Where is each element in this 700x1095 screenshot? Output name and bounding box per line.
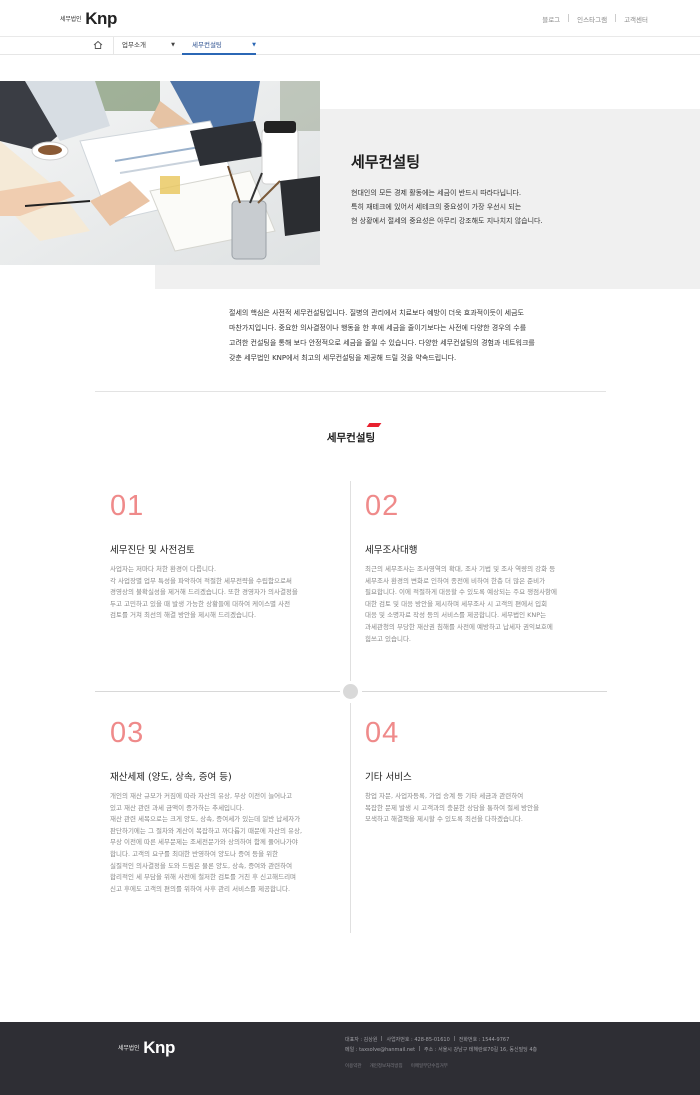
link-privacy-policy[interactable]: 개인정보처리방침 [370, 1063, 403, 1069]
service-number: 03 [110, 717, 145, 749]
hero-line: 특히 재테크에 있어서 세테크의 중요성이 가장 우선시 되는 [351, 203, 522, 211]
desc-line: 무상 이전에 따른 세무문제는 조세전문가와 상의하여 함께 풀어나가야 [110, 838, 298, 847]
service-card-property-tax: 03 재산세제 (양도, 상속, 증여 등) 개인의 재산 규모가 커짐에 따라… [110, 718, 350, 895]
link-blog[interactable]: 블로그 [534, 14, 568, 24]
desc-line: 개인의 재산 규모가 커짐에 따라 자산의 유상, 무상 이전이 늘어나고 [110, 792, 293, 800]
desc-line: 세무조사 환경의 변화로 인하여 종전에 비하여 한층 더 많은 준비가 [365, 576, 546, 585]
grid-divider-vertical [350, 481, 351, 681]
hero-line: 현대인의 모든 경제 활동에는 세금이 반드시 따라다닙니다. [351, 189, 522, 197]
caret-down-icon: ▼ [171, 42, 175, 48]
home-icon[interactable] [93, 40, 103, 50]
desc-line: 최근의 세무조사는 조사영역의 확대, 조사 기법 및 조사 역량의 강화 등 [365, 565, 556, 573]
section-divider [95, 391, 606, 392]
grid-divider-horizontal [362, 691, 607, 692]
representative: 대표자 : 김상원 [345, 1037, 378, 1043]
desc-line: 대응 및 소명자료 작성 등의 서비스를 제공합니다. 세무법인 KNP는 [365, 611, 547, 620]
service-description: 개인의 재산 규모가 커짐에 따라 자산의 유상, 무상 이전이 늘어나고 있고… [110, 791, 350, 895]
desc-line: 실질적인 의사결정을 도와 드림은 물론 양도, 상속, 증여와 관련하여 [110, 861, 293, 870]
desc-line: 신고 후에도 고객의 편의를 위하여 사후 관리 서비스를 제공합니다. [110, 884, 291, 893]
desc-line: 두고 고민하고 있을 때 발생 가능한 상황들에 대하여 케이스별 사전 [110, 599, 291, 608]
service-card-diagnosis: 01 세무진단 및 사전검토 사업자는 저마다 처한 환경이 다릅니다. 각 사… [110, 491, 350, 622]
logo-prefix: 세무법인 [60, 16, 82, 23]
company-info: 대표자 : 김상원 사업자번호 : 428-85-01610 전화번호 : 1544… [345, 1036, 537, 1055]
desc-line: 과세관청의 부당한 재산권 침해를 사전에 예방하고 납세자 권익보호에 [365, 622, 553, 631]
service-number: 02 [365, 490, 400, 522]
nav-dropdown-consulting[interactable]: 세무컨설팅 ▼ [182, 37, 256, 55]
desc-line: 재산 관련 세목으로는 크게 양도, 상속, 증여세가 있는데 일반 납세자가 [110, 815, 301, 824]
site-footer: 세무법인 Knp 대표자 : 김상원 사업자번호 : 428-85-01610 전화… [0, 1022, 700, 1095]
top-links: 블로그 인스타그램 고객센터 [534, 14, 656, 24]
intro-line: 마찬가지입니다. 중요한 의사결정이나 행동을 한 후에 세금을 줄이기보다는 … [229, 324, 527, 332]
link-instagram[interactable]: 인스타그램 [569, 14, 615, 24]
desc-line: 판단하기에는 그 절차와 계산이 복잡하고 까다롭기 때문에 자산의 유상, [110, 826, 303, 835]
service-card-audit: 02 세무조사대행 최근의 세무조사는 조사영역의 확대, 조사 기법 및 조사… [365, 491, 605, 645]
service-number: 04 [365, 717, 400, 749]
logo-wordmark: Knp [143, 1038, 175, 1057]
hero-description: 현대인의 모든 경제 활동에는 세금이 반드시 따라다닙니다. 특히 재테크에 … [351, 186, 543, 228]
desc-line: 경영상의 불확실성을 제거해 드리겠습니다. 또한 경영자가 의사결정을 [110, 588, 298, 597]
desc-line: 사업자는 저마다 처한 환경이 다릅니다. [110, 565, 217, 573]
site-header: 세무법인 Knp 블로그 인스타그램 고객센터 [0, 0, 700, 37]
service-description: 사업자는 저마다 처한 환경이 다릅니다. 각 사업장별 업무 특성을 파악하여… [110, 564, 350, 622]
intro-line: 절세의 핵심은 사전적 세무컨설팅입니다. 질병의 관리에서 치료보다 예방이 … [229, 309, 524, 317]
grid-center-dot [343, 684, 358, 699]
company-info-line: 메일 : taxsolve@hanmail.net 주소 : 서울시 강남구 테헤… [345, 1045, 538, 1056]
link-customer-center[interactable]: 고객센터 [616, 14, 656, 24]
nav-dropdown-business[interactable]: 업무소개 ▼ [113, 37, 175, 55]
footer-links: 이용약관 개인정보처리방침 이메일무단수집거부 [345, 1063, 448, 1069]
service-number: 01 [110, 490, 145, 522]
section-title: 세무컨설팅 [326, 432, 376, 444]
desc-line: 창업 자문, 사업자등록, 가업 승계 등 기타 세금과 관련하여 [365, 792, 524, 800]
desc-line: 모색하고 해결책을 제시할 수 있도록 최선을 다하겠습니다. [365, 815, 523, 824]
title-accent-mark [366, 423, 382, 427]
nav-label: 업무소개 [122, 41, 146, 49]
address: 주소 : 서울시 강남구 테헤란로70길 16, 동신빌딩 4층 [424, 1046, 538, 1053]
logo-wordmark: Knp [85, 9, 117, 28]
service-title: 재산세제 (양도, 상속, 증여 등) [110, 772, 232, 783]
grid-divider-vertical [350, 703, 351, 933]
company-info-line: 대표자 : 김상원 사업자번호 : 428-85-01610 전화번호 : 1544… [345, 1036, 537, 1046]
desc-line: 합니다. 고객의 요구를 최대한 반영하여 양도나 증여 등을 위한 [110, 849, 279, 858]
hero-photo [0, 81, 320, 265]
hero-line: 현 상황에서 절세의 중요성은 아무리 강조해도 지나치지 않습니다. [351, 217, 543, 225]
desc-line: 각 사업장별 업무 특성을 파악하여 적절한 세무전략을 수립함으로써 [110, 576, 292, 585]
desc-line: 있고 재산 관련 과세 금액이 증가하는 추세입니다. [110, 803, 245, 812]
phone-number: 전화번호 : 1544-9767 [458, 1037, 510, 1043]
service-card-other: 04 기타 서비스 창업 자문, 사업자등록, 가업 승계 등 기타 세금과 관… [365, 718, 605, 826]
nav-label: 세무컨설팅 [192, 41, 222, 49]
desc-line: 대한 검토 및 대응 방안을 제시하며 세무조사 시 고객의 편에서 입회 [365, 599, 548, 608]
sub-navigation: 업무소개 ▼ 세무컨설팅 ▼ [0, 37, 700, 55]
service-title: 세무진단 및 사전검토 [110, 545, 195, 556]
service-description: 최근의 세무조사는 조사영역의 확대, 조사 기법 및 조사 역량의 강화 등 … [365, 564, 605, 645]
desc-line: 합리적인 세 부담을 위해 사전에 철저한 검토를 거친 후 신고해드리며 [110, 873, 297, 882]
logo-prefix: 세무법인 [118, 1045, 140, 1052]
service-title: 기타 서비스 [365, 772, 412, 783]
email: 메일 : taxsolve@hanmail.net [345, 1046, 416, 1053]
link-email-refusal[interactable]: 이메일무단수집거부 [411, 1063, 448, 1069]
service-description: 창업 자문, 사업자등록, 가업 승계 등 기타 세금과 관련하여 복잡한 문제… [365, 791, 605, 826]
page-title: 세무컨설팅 [351, 153, 421, 171]
footer-logo[interactable]: 세무법인 Knp [118, 1038, 175, 1057]
intro-paragraph: 절세의 핵심은 사전적 세무컨설팅입니다. 질병의 관리에서 치료보다 예방이 … [229, 306, 609, 366]
desc-line: 검토를 거쳐 최선의 해결 방안을 제시해 드리겠습니다. [110, 611, 257, 620]
intro-line: 갖춘 세무법인 KNP에서 최고의 세무컨설팅을 제공해 드릴 것을 약속드립니… [229, 354, 457, 362]
intro-line: 고려한 컨설팅을 통해 보다 안정적으로 세금을 줄일 수 있습니다. 다양한 … [229, 339, 535, 347]
grid-divider-horizontal [95, 691, 340, 692]
desc-line: 복잡한 문제 발생 시 고객과의 충분한 상담을 통하여 절세 방안을 [365, 803, 540, 812]
link-terms[interactable]: 이용약관 [345, 1063, 362, 1069]
service-title: 세무조사대행 [365, 545, 418, 556]
desc-line: 힘쓰고 있습니다. [365, 634, 411, 643]
desc-line: 필요합니다. 이에 적절하게 대응할 수 있도록 예상되는 주요 쟁점사항에 [365, 588, 558, 597]
business-number: 사업자번호 : 428-85-01610 [386, 1037, 450, 1043]
site-logo[interactable]: 세무법인 Knp [60, 9, 117, 28]
caret-down-icon: ▼ [252, 42, 256, 48]
